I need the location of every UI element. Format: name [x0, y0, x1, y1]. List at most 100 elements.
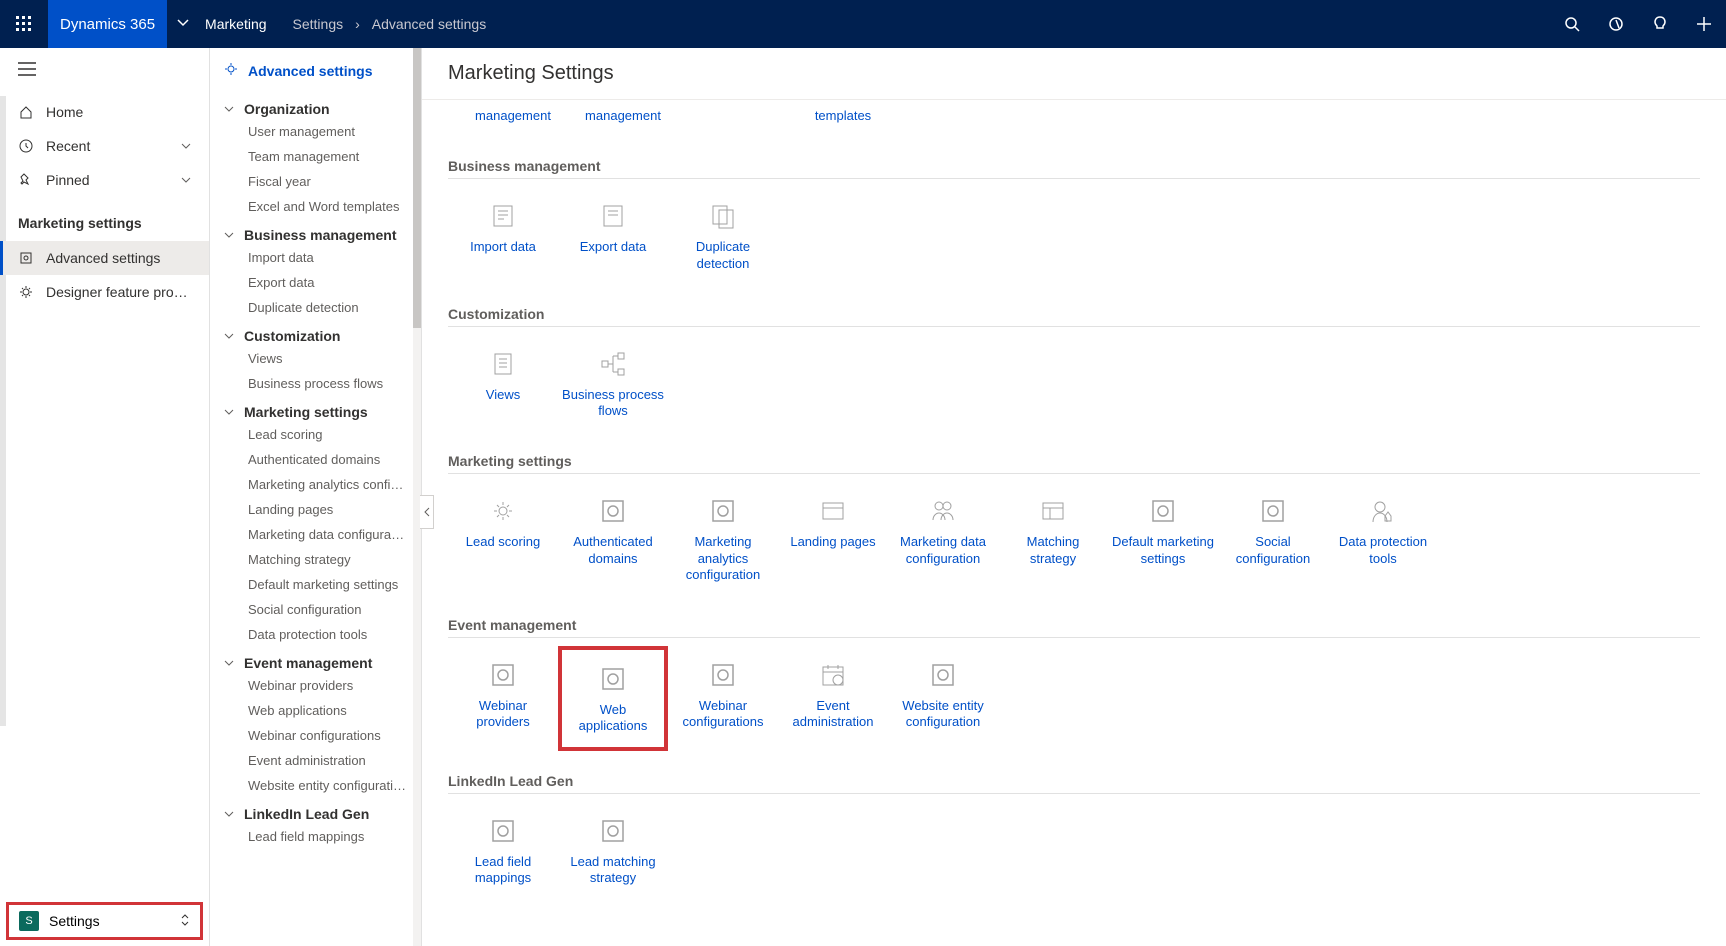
tile-lead-scoring[interactable]: Lead scoring: [448, 482, 558, 595]
tile-website-entity-configuration[interactable]: Website entity configuration: [888, 646, 998, 751]
tile-icon: [892, 658, 994, 692]
nav-pinned[interactable]: Pinned: [0, 163, 209, 197]
tile-social-configuration[interactable]: Social configuration: [1218, 482, 1328, 595]
tile-marketing-data-configuration[interactable]: Marketing data configuration: [888, 482, 998, 595]
chevron-down-icon: [224, 655, 234, 671]
add-icon[interactable]: [1682, 0, 1726, 48]
tile-icon: [892, 494, 994, 528]
nav2-link[interactable]: Data protection tools: [210, 622, 421, 647]
nav2-link[interactable]: Export data: [210, 270, 421, 295]
tile-views[interactable]: Views: [448, 335, 558, 432]
collapse-panel-button[interactable]: [420, 495, 434, 529]
top-bar: Dynamics 365 Marketing Settings › Advanc…: [0, 0, 1726, 48]
nav2-link[interactable]: Lead field mappings: [210, 824, 421, 849]
tile-default-marketing-settings[interactable]: Default marketing settings: [1108, 482, 1218, 595]
scrollbar-thumb[interactable]: [413, 48, 421, 328]
app-launcher-icon[interactable]: [0, 0, 48, 48]
tile-webinar-configurations[interactable]: Webinar configurations: [668, 646, 778, 751]
tile-web-applications[interactable]: Web applications: [558, 646, 668, 751]
nav2-link[interactable]: Web applications: [210, 698, 421, 723]
task-flow-icon[interactable]: [1594, 0, 1638, 48]
nav-recent[interactable]: Recent: [0, 129, 209, 163]
nav2-group[interactable]: LinkedIn Lead Gen: [210, 798, 421, 824]
app-name[interactable]: Marketing: [199, 16, 272, 32]
chevron-down-icon: [181, 172, 191, 188]
residual-tile[interactable]: management: [458, 100, 568, 136]
nav2-link[interactable]: Fiscal year: [210, 169, 421, 194]
nav-home[interactable]: Home: [0, 95, 209, 129]
secondary-nav-title[interactable]: Advanced settings: [210, 48, 421, 93]
page-title: Marketing Settings: [422, 48, 1726, 100]
nav2-group[interactable]: Event management: [210, 647, 421, 673]
tile-landing-pages[interactable]: Landing pages: [778, 482, 888, 595]
breadcrumb-advanced[interactable]: Advanced settings: [366, 16, 492, 32]
breadcrumb-settings[interactable]: Settings: [287, 16, 350, 32]
tile-label: templates: [815, 108, 871, 123]
tile-label: Web applications: [566, 702, 660, 735]
residual-tile[interactable]: templates: [788, 100, 898, 136]
tile-export-data[interactable]: Export data: [558, 187, 668, 284]
tile-business-process-flows[interactable]: Business process flows: [558, 335, 668, 432]
area-label: Settings: [49, 913, 100, 929]
nav2-link[interactable]: Authenticated domains: [210, 447, 421, 472]
area-switcher[interactable]: S Settings: [6, 902, 203, 940]
nav2-link[interactable]: Webinar providers: [210, 673, 421, 698]
chevron-down-icon[interactable]: [167, 15, 199, 33]
nav2-link[interactable]: Excel and Word templates: [210, 194, 421, 219]
residual-tile[interactable]: management: [568, 100, 678, 136]
product-label[interactable]: Dynamics 365: [48, 0, 167, 48]
assistant-icon[interactable]: [1638, 0, 1682, 48]
nav2-link[interactable]: Lead scoring: [210, 422, 421, 447]
nav2-link[interactable]: Webinar configurations: [210, 723, 421, 748]
tile-authenticated-domains[interactable]: Authenticated domains: [558, 482, 668, 595]
tile-label: Landing pages: [782, 534, 884, 550]
nav2-link[interactable]: Event administration: [210, 748, 421, 773]
nav2-link[interactable]: Marketing analytics config…: [210, 472, 421, 497]
nav2-group[interactable]: Marketing settings: [210, 396, 421, 422]
nav2-group[interactable]: Customization: [210, 320, 421, 346]
tile-icon: [672, 658, 774, 692]
nav2-link[interactable]: Duplicate detection: [210, 295, 421, 320]
hamburger-icon[interactable]: [0, 48, 209, 95]
tile-matching-strategy[interactable]: Matching strategy: [998, 482, 1108, 595]
nav-designer-feature[interactable]: Designer feature pro…: [0, 275, 209, 309]
nav2-link[interactable]: Social configuration: [210, 597, 421, 622]
nav2-link[interactable]: Team management: [210, 144, 421, 169]
tile-label: Social configuration: [1222, 534, 1324, 567]
nav-advanced-settings[interactable]: Advanced settings: [0, 241, 209, 275]
tile-lead-matching-strategy[interactable]: Lead matching strategy: [558, 802, 668, 899]
tile-marketing-analytics-configuration[interactable]: Marketing analytics configuration: [668, 482, 778, 595]
nav2-link[interactable]: Default marketing settings: [210, 572, 421, 597]
tile-label: Website entity configuration: [892, 698, 994, 731]
gear-icon: [18, 285, 34, 299]
nav2-link[interactable]: Marketing data configurat…: [210, 522, 421, 547]
main-content: Marketing Settings management management…: [422, 48, 1726, 946]
tile-lead-field-mappings[interactable]: Lead field mappings: [448, 802, 558, 899]
chevron-down-icon: [181, 138, 191, 154]
home-icon: [18, 105, 34, 119]
tile-webinar-providers[interactable]: Webinar providers: [448, 646, 558, 751]
nav2-link[interactable]: User management: [210, 119, 421, 144]
search-icon[interactable]: [1550, 0, 1594, 48]
section-title: LinkedIn Lead Gen: [448, 773, 1700, 794]
tile-label: Webinar configurations: [672, 698, 774, 731]
tile-icon: [782, 658, 884, 692]
tile-event-administration[interactable]: Event administration: [778, 646, 888, 751]
scrollbar[interactable]: [0, 96, 6, 726]
tile-data-protection-tools[interactable]: Data protection tools: [1328, 482, 1438, 595]
nav2-link[interactable]: Landing pages: [210, 497, 421, 522]
nav2-link[interactable]: Import data: [210, 245, 421, 270]
chevron-down-icon: [224, 227, 234, 243]
tile-duplicate-detection[interactable]: Duplicate detection: [668, 187, 778, 284]
primary-nav: Home Recent Pinned Marketing settings Ad…: [0, 48, 210, 946]
nav2-link[interactable]: Website entity configurati…: [210, 773, 421, 798]
nav-pinned-label: Pinned: [46, 172, 90, 188]
nav2-link[interactable]: Views: [210, 346, 421, 371]
nav2-link[interactable]: Matching strategy: [210, 547, 421, 572]
tile-import-data[interactable]: Import data: [448, 187, 558, 284]
nav2-group[interactable]: Business management: [210, 219, 421, 245]
nav-home-label: Home: [46, 104, 83, 120]
nav2-group[interactable]: Organization: [210, 93, 421, 119]
tile-label: Lead field mappings: [452, 854, 554, 887]
nav2-link[interactable]: Business process flows: [210, 371, 421, 396]
